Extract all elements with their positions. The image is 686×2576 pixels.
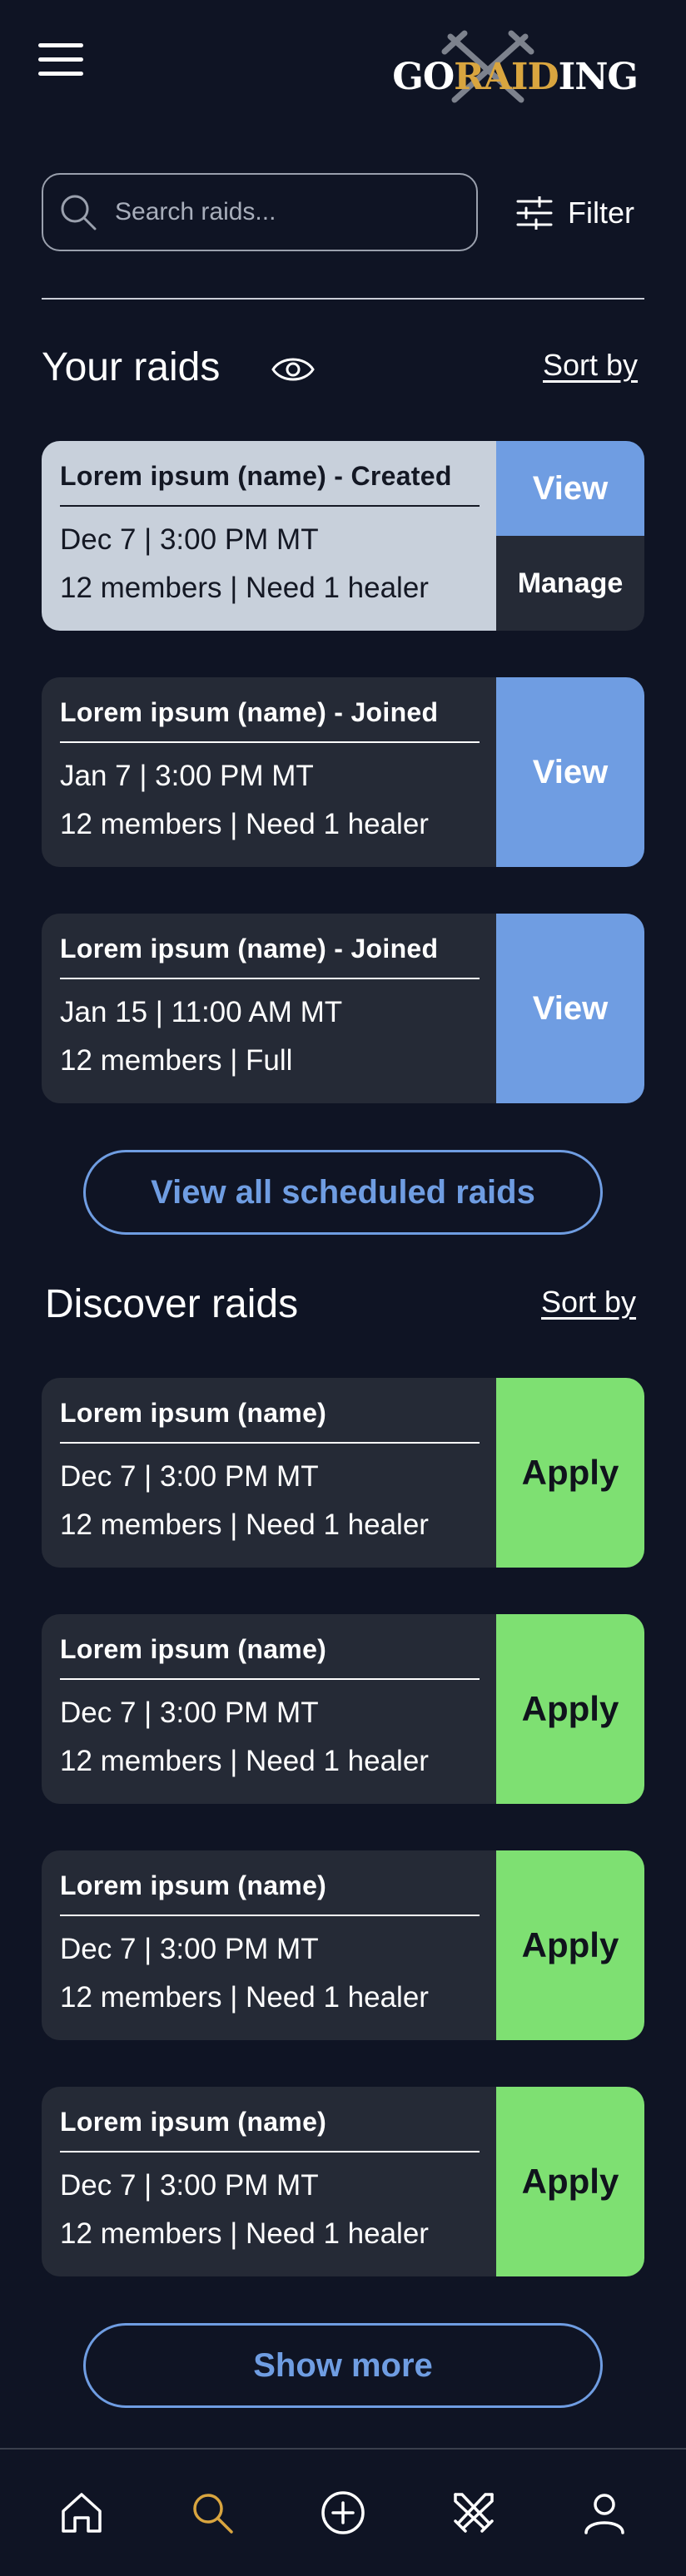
apply-button[interactable]: Apply — [496, 1378, 644, 1568]
raid-date: Jan 7 | 3:00 PM MT — [60, 760, 314, 792]
raid-card-joined: Lorem ipsum (name) - Joined Jan 15 | 11:… — [42, 914, 644, 1103]
nav-create[interactable] — [310, 2479, 376, 2546]
apply-button[interactable]: Apply — [496, 1850, 644, 2040]
logo-part-go: GO — [392, 56, 455, 98]
profile-icon — [584, 2494, 624, 2534]
search-icon — [61, 195, 97, 230]
discover-raids-sort-button[interactable]: Sort by — [541, 1285, 636, 1320]
raid-meta: 12 members | Need 1 healer — [60, 808, 429, 840]
raid-date: Dec 7 | 3:00 PM MT — [60, 1933, 319, 1965]
manage-button[interactable]: Manage — [496, 536, 644, 631]
app-logo: GORAIDING — [371, 30, 639, 105]
show-more-button[interactable]: Show more — [83, 2323, 603, 2408]
search-input[interactable] — [115, 198, 448, 226]
discover-raid-card: Lorem ipsum (name) Dec 7 | 3:00 PM MT 12… — [42, 1378, 644, 1568]
raid-meta: 12 members | Need 1 healer — [60, 1981, 429, 2014]
home-icon — [62, 2493, 102, 2533]
your-raids-title: Your raids — [42, 345, 221, 389]
discover-raid-card: Lorem ipsum (name) Dec 7 | 3:00 PM MT 12… — [42, 1614, 644, 1804]
add-circle-icon — [321, 2491, 365, 2534]
search-box[interactable] — [42, 173, 478, 251]
nav-profile[interactable] — [571, 2479, 638, 2546]
raid-card-created: Lorem ipsum (name) - Created Dec 7 | 3:0… — [42, 441, 644, 631]
discover-raids-title: Discover raids — [45, 1282, 299, 1326]
raid-card-joined: Lorem ipsum (name) - Joined Jan 7 | 3:00… — [42, 677, 644, 867]
logo-part-raid: RAID — [454, 56, 559, 98]
menu-button[interactable] — [38, 43, 83, 80]
raid-date: Dec 7 | 3:00 PM MT — [60, 2169, 319, 2202]
raid-date: Dec 7 | 3:00 PM MT — [60, 1460, 319, 1493]
nav-search[interactable] — [179, 2479, 246, 2546]
divider — [42, 298, 644, 300]
raid-meta: 12 members | Need 1 healer — [60, 1745, 429, 1777]
sliders-icon — [516, 196, 553, 230]
eye-icon[interactable] — [271, 354, 315, 384]
logo-part-ing: ING — [558, 56, 639, 98]
view-button[interactable]: View — [496, 914, 644, 1103]
filter-button[interactable]: Filter — [516, 188, 634, 238]
raid-name: Lorem ipsum (name) - Created — [60, 461, 480, 507]
raid-meta: 12 members | Full — [60, 1044, 293, 1077]
view-all-scheduled-raids-button[interactable]: View all scheduled raids — [83, 1150, 603, 1235]
nav-raids[interactable] — [440, 2479, 507, 2546]
apply-button[interactable]: Apply — [496, 2087, 644, 2276]
nav-home[interactable] — [48, 2479, 115, 2546]
raid-name: Lorem ipsum (name) - Joined — [60, 934, 480, 979]
raid-name: Lorem ipsum (name) — [60, 1398, 480, 1444]
raid-date: Dec 7 | 3:00 PM MT — [60, 1697, 319, 1729]
view-button[interactable]: View — [496, 677, 644, 867]
raid-name: Lorem ipsum (name) — [60, 1634, 480, 1680]
raid-meta: 12 members | Need 1 healer — [60, 2217, 429, 2250]
raid-name: Lorem ipsum (name) — [60, 1870, 480, 1916]
raid-date: Dec 7 | 3:00 PM MT — [60, 523, 319, 556]
raid-date: Jan 15 | 11:00 AM MT — [60, 996, 343, 1028]
hamburger-icon — [38, 43, 83, 47]
discover-raid-card: Lorem ipsum (name) Dec 7 | 3:00 PM MT 12… — [42, 1850, 644, 2040]
filter-label: Filter — [568, 196, 634, 230]
discover-raid-card: Lorem ipsum (name) Dec 7 | 3:00 PM MT 12… — [42, 2087, 644, 2276]
apply-button[interactable]: Apply — [496, 1614, 644, 1804]
raid-meta: 12 members | Need 1 healer — [60, 572, 429, 604]
raid-name: Lorem ipsum (name) - Joined — [60, 697, 480, 743]
raid-meta: 12 members | Need 1 healer — [60, 1508, 429, 1541]
search-icon — [193, 2494, 233, 2534]
view-button[interactable]: View — [496, 441, 644, 536]
your-raids-sort-button[interactable]: Sort by — [543, 348, 638, 383]
raid-name: Lorem ipsum (name) — [60, 2107, 480, 2152]
bottom-nav — [0, 2448, 686, 2576]
crossed-swords-icon — [454, 2493, 494, 2533]
